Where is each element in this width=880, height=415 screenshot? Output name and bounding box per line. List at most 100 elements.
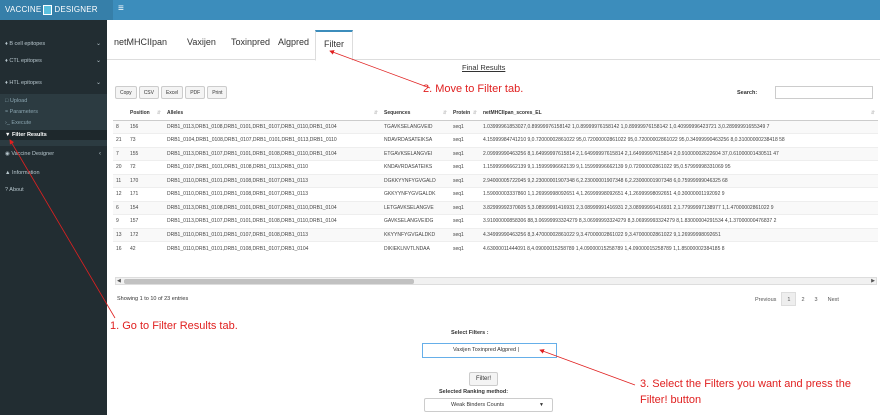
pagination-page-1[interactable]: 1 <box>781 292 797 306</box>
scrollbar-thumb[interactable] <box>124 279 414 284</box>
table-row[interactable]: 9 157 DRB1_0113,DRB1_0107,DRB1_0101,DRB1_0… <box>113 214 878 228</box>
ranking-method-select[interactable]: Weak Binders Counts ▼ <box>424 398 553 412</box>
sidebar-item-about[interactable]: ? About <box>0 182 107 198</box>
sidebar-item-label: Vaccine Designer <box>11 151 55 157</box>
pagination-page-3[interactable]: 3 <box>810 293 823 307</box>
table-row[interactable]: 20 72 DRB1_0107,DRB1_0101,DRB1_0108,DRB1_0… <box>113 160 878 174</box>
cell-protein: seq1 <box>450 241 480 255</box>
cell-position: 72 <box>127 160 164 174</box>
copy-button[interactable]: Copy <box>115 86 137 99</box>
sidebar-item-htl-epitopes[interactable]: ♦ HTL epitopes ⌄ <box>0 75 107 91</box>
table-row[interactable]: 12 171 DRB1_0110,DRB1_0101,DRB1_0108,DRB1_… <box>113 187 878 201</box>
excel-button[interactable]: Excel <box>160 86 184 99</box>
annotation-step-3-line-1: 3. Select the Filters you want and press… <box>640 378 851 390</box>
cell-index: 8 <box>113 119 127 134</box>
cell-sequence: DGKKYYNFYGVGALD <box>381 173 450 188</box>
cell-scores: 3.91000000858306 88,3.06999993324279 8,3… <box>480 214 878 228</box>
table-row[interactable]: 7 155 DRB1_0113,DRB1_0107,DRB1_0101,DRB1_0… <box>113 146 878 161</box>
annotation-step-3-line-2: Filter! button <box>640 394 702 406</box>
cell-sequence: ETGAVKSELANGVEI <box>381 146 450 161</box>
filter-button[interactable]: Filter! <box>469 372 498 386</box>
caret-down-icon: ▼ <box>539 402 544 408</box>
cell-scores: 1.03999961853027,0.89999976158142 1,0.89… <box>480 119 878 134</box>
sidebar-item-ctl-epitopes[interactable]: ♦ CTL epitopes ⌄ <box>0 53 107 69</box>
cell-protein: seq1 <box>450 133 480 147</box>
cell-scores: 1.59000003337860 1,1.26999998092651 4,1.… <box>480 187 878 201</box>
cell-protein: seq1 <box>450 200 480 215</box>
tab-algpred[interactable]: Algpred <box>278 37 309 47</box>
table-row[interactable]: 8 156 DRB1_0113,DRB1_0108,DRB1_0101,DRB1_0… <box>113 119 878 134</box>
app-title-left: VACCINE <box>5 5 42 14</box>
print-button[interactable]: Print <box>207 86 228 99</box>
cell-protein: seq1 <box>450 227 480 242</box>
app-logo[interactable]: VACCINE DESIGNER <box>0 0 113 20</box>
table-row[interactable]: 13 172 DRB1_0110,DRB1_0101,DRB1_0107,DRB1_… <box>113 227 878 242</box>
pdf-button[interactable]: PDF <box>185 86 206 99</box>
sidebar-item-upload[interactable]: □ Upload <box>0 96 107 106</box>
csv-button[interactable]: CSV <box>138 86 159 99</box>
column-header-alleles[interactable]: Alleles ⇵ <box>164 106 381 121</box>
table-row[interactable]: 21 73 DRB1_0104,DRB1_0108,DRB1_0107,DRB1_0… <box>113 133 878 147</box>
hamburger-icon[interactable]: ≡ <box>118 4 124 14</box>
cell-position: 156 <box>127 119 164 134</box>
column-header-index[interactable] <box>113 106 127 121</box>
tab-netmhciipan[interactable]: netMHCIIpan <box>114 37 167 47</box>
annotation-step-1: 1. Go to Filter Results tab. <box>110 320 238 332</box>
horizontal-scrollbar[interactable]: ◀ ▶ <box>115 277 877 285</box>
cell-alleles: DRB1_0113,DRB1_0108,DRB1_0101,DRB1_0107,… <box>164 119 381 134</box>
sidebar-item-vaccine-designer[interactable]: ◉ Vaccine Designer ‹ <box>0 146 107 162</box>
question-icon: ? <box>5 187 9 193</box>
sidebar-item-information[interactable]: ▲ Information <box>0 165 107 181</box>
cell-index: 6 <box>113 200 127 215</box>
table-row[interactable]: 16 42 DRB1_0110,DRB1_0101,DRB1_0108,DRB1_0… <box>113 241 878 255</box>
cell-position: 155 <box>127 146 164 161</box>
app-title-right: DESIGNER <box>54 5 98 14</box>
cell-scores: 3.82999992370605 5,3.08999991416931 2,3.… <box>480 200 878 215</box>
column-header-scores[interactable]: netMHCIIpan_scores_EL ⇵ <box>480 106 878 121</box>
table-row[interactable]: 6 154 DRB1_0113,DRB1_0108,DRB1_0101,DRB1_0… <box>113 200 878 215</box>
pagination-page-2[interactable]: 2 <box>796 293 809 307</box>
tab-vaxijen[interactable]: Vaxijen <box>187 37 216 47</box>
column-header-label: netMHCIIpan_scores_EL <box>483 109 542 116</box>
cell-index: 11 <box>113 173 127 188</box>
cell-sequence: GAVKSELANGVEIDG <box>381 214 450 228</box>
column-header-protein[interactable]: Protein ⇵ <box>450 106 480 121</box>
cell-sequence: KNDAVRDASATEIKS <box>381 160 450 174</box>
sidebar-item-execute[interactable]: ›_ Execute <box>0 118 107 128</box>
cell-protein: seq1 <box>450 146 480 161</box>
cell-position: 154 <box>127 200 164 215</box>
cell-scores: 2.09999990463256 8,1.64999997615814 2,1.… <box>480 146 878 161</box>
column-header-position[interactable]: Position ⇵ <box>127 106 164 121</box>
sidebar-item-label: Upload <box>9 98 28 104</box>
column-header-sequences[interactable]: Sequences ⇵ <box>381 106 450 121</box>
scroll-left-icon[interactable]: ◀ <box>117 278 121 284</box>
tab-label: Algpred <box>278 37 310 47</box>
cell-alleles: DRB1_0110,DRB1_0101,DRB1_0107,DRB1_0108,… <box>164 227 381 242</box>
tag-icon: ♦ <box>5 80 8 86</box>
column-header-label: Protein <box>453 109 471 116</box>
tag-icon: ♦ <box>5 58 8 64</box>
cell-alleles: DRB1_0113,DRB1_0107,DRB1_0101,DRB1_0108,… <box>164 214 381 228</box>
scroll-right-icon[interactable]: ▶ <box>871 278 875 284</box>
tab-bar: netMHCIIpan Vaxijen Toxinpred Algpred Fi… <box>107 30 880 61</box>
cell-alleles: DRB1_0110,DRB1_0101,DRB1_0108,DRB1_0107,… <box>164 241 381 255</box>
sidebar-item-b-cell-epitopes[interactable]: ♦ B cell epitopes ⌄ <box>0 36 107 52</box>
shield-icon: ◉ <box>5 151 10 157</box>
chevron-down-icon: ⌄ <box>95 80 101 86</box>
tab-toxinpred[interactable]: Toxinpred <box>231 37 270 47</box>
pagination-next[interactable]: Next <box>823 293 844 307</box>
sidebar-item-filter-results[interactable]: ▼ Filter Results <box>0 130 107 140</box>
table-row[interactable]: 11 170 DRB1_0110,DRB1_0101,DRB1_0108,DRB1_… <box>113 173 878 188</box>
filters-multiselect[interactable]: Vaxijen Toxinpred Algpred | <box>422 343 557 358</box>
sidebar-item-label: B cell epitopes <box>9 41 46 47</box>
cell-alleles: DRB1_0107,DRB1_0101,DRB1_0108,DRB1_0113,… <box>164 160 381 174</box>
sliders-icon: ≈ <box>5 109 9 115</box>
cell-position: 172 <box>127 227 164 242</box>
sidebar-item-parameters[interactable]: ≈ Parameters <box>0 107 107 117</box>
search-input[interactable] <box>775 86 873 99</box>
file-icon: □ <box>5 98 9 104</box>
cell-scores: 4.34999990463256 8,3.47000002861022 9,3.… <box>480 227 878 242</box>
sidebar-item-label: Execute <box>11 120 32 126</box>
tab-filter[interactable]: Filter <box>315 30 353 61</box>
pagination-previous[interactable]: Previous <box>750 293 781 307</box>
